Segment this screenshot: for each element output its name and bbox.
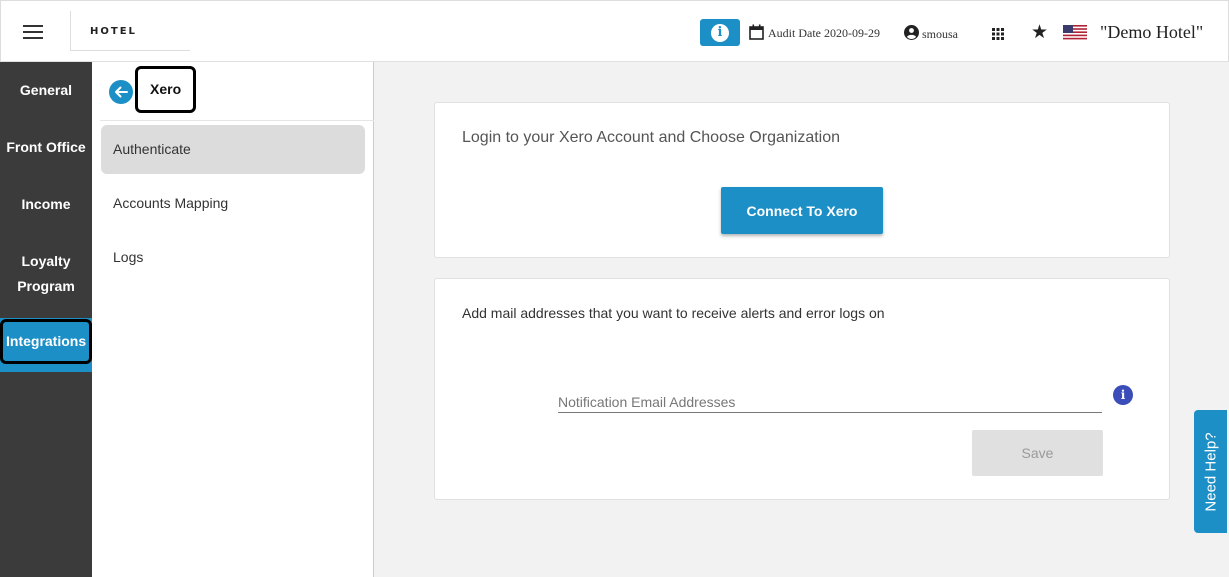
nav-item-label: Loyalty Program xyxy=(17,253,75,294)
back-button[interactable] xyxy=(109,80,133,104)
info-icon[interactable]: i xyxy=(1113,385,1133,405)
main-sidebar: General Front Office Income Loyalty Prog… xyxy=(0,62,93,577)
connect-to-xero-button[interactable]: Connect To Xero xyxy=(721,187,883,234)
apps-grid-icon[interactable] xyxy=(992,28,1004,40)
need-help-label: Need Help? xyxy=(1202,431,1219,512)
logo-divider xyxy=(70,11,71,51)
us-flag-icon[interactable] xyxy=(1063,25,1087,41)
subnav-item-accounts-mapping[interactable]: Accounts Mapping xyxy=(101,179,365,228)
arrow-left-icon xyxy=(115,86,128,98)
audit-date: Audit Date 2020-09-29 xyxy=(768,26,880,40)
nav-item-income[interactable]: Income xyxy=(0,192,92,217)
info-button[interactable]: i xyxy=(700,19,740,46)
sub-sidebar: Xero Authenticate Accounts Mapping Logs xyxy=(92,62,374,577)
menu-icon[interactable] xyxy=(23,24,43,40)
logo: HOTEL xyxy=(90,26,137,37)
subnav-item-logs[interactable]: Logs xyxy=(101,233,365,282)
nav-item-integrations[interactable]: Integrations xyxy=(0,318,93,372)
nav-item-label: Income xyxy=(21,196,71,212)
nav-item-label: General xyxy=(19,82,73,98)
info-icon: i xyxy=(711,23,729,42)
username[interactable]: smousa xyxy=(922,27,958,42)
save-button[interactable]: Save xyxy=(972,430,1103,476)
integration-title: Xero xyxy=(135,66,197,113)
xero-auth-card: Login to your Xero Account and Choose Or… xyxy=(434,102,1170,258)
subnav-item-authenticate[interactable]: Authenticate xyxy=(101,125,365,174)
star-icon[interactable]: ★ xyxy=(1031,21,1048,44)
nav-item-front-office[interactable]: Front Office xyxy=(0,135,92,160)
calendar-icon xyxy=(749,24,764,40)
notification-email-card: Add mail addresses that you want to rece… xyxy=(434,278,1170,500)
divider xyxy=(100,120,374,121)
nav-item-label: Integrations xyxy=(0,319,93,364)
auth-heading: Login to your Xero Account and Choose Or… xyxy=(462,129,841,146)
nav-item-loyalty-program[interactable]: Loyalty Program xyxy=(0,249,92,299)
email-heading: Add mail addresses that you want to rece… xyxy=(462,305,885,321)
account-icon[interactable] xyxy=(904,25,919,40)
hotel-name[interactable]: "Demo Hotel" xyxy=(1100,22,1203,43)
notification-email-input[interactable] xyxy=(558,383,1102,413)
top-bar: HOTEL i Audit Date 2020-09-29 smousa ★ "… xyxy=(0,0,1229,62)
nav-item-general[interactable]: General xyxy=(0,78,92,103)
logo-underline xyxy=(70,50,190,51)
need-help-tab[interactable]: Need Help? xyxy=(1194,410,1227,533)
nav-item-label: Front Office xyxy=(6,139,86,155)
